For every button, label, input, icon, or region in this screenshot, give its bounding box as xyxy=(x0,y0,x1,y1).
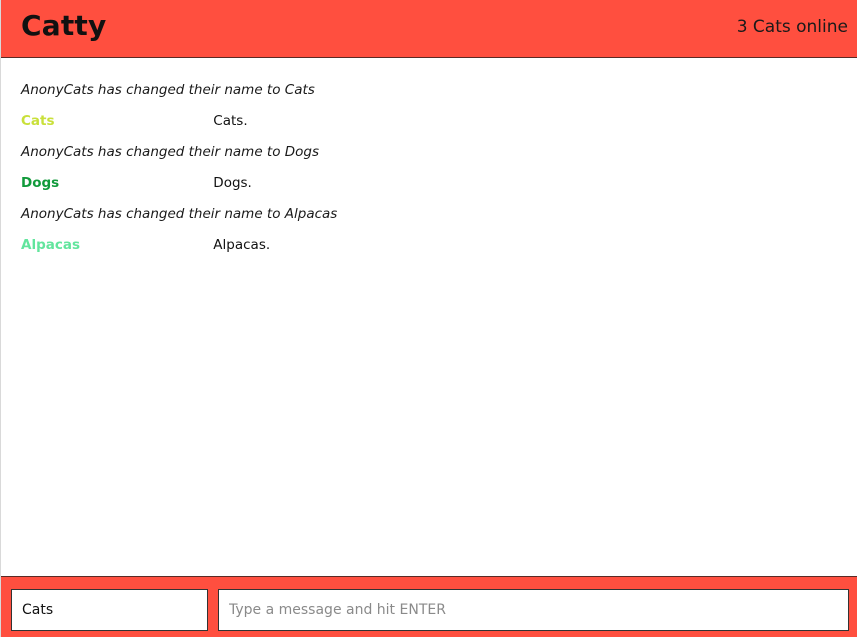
online-count: 3 Cats online xyxy=(736,17,848,37)
message-username: Alpacas xyxy=(21,237,80,253)
message-username: Dogs xyxy=(21,175,60,191)
chat-message: Cats Cats. xyxy=(21,106,248,137)
chat-message: Alpacas Alpacas. xyxy=(21,230,270,261)
chat-app: Catty 3 Cats online AnonyCats has change… xyxy=(0,0,857,637)
system-message: AnonyCats has changed their name to Dogs xyxy=(21,144,320,160)
username-input[interactable] xyxy=(11,589,208,631)
message-text: Alpacas. xyxy=(213,237,271,253)
system-message: AnonyCats has changed their name to Alpa… xyxy=(21,206,338,222)
message-username: Cats xyxy=(21,113,55,129)
message-list[interactable]: AnonyCats has changed their name to Cats… xyxy=(1,58,857,576)
system-message: AnonyCats has changed their name to Cats xyxy=(21,82,315,98)
app-header: Catty 3 Cats online xyxy=(1,0,857,58)
app-title: Catty xyxy=(21,9,107,42)
message-text: Cats. xyxy=(213,113,248,129)
message-text: Dogs. xyxy=(213,175,252,191)
input-bar xyxy=(1,576,857,637)
chat-message: Dogs Dogs. xyxy=(21,168,252,199)
message-input[interactable] xyxy=(218,589,849,631)
